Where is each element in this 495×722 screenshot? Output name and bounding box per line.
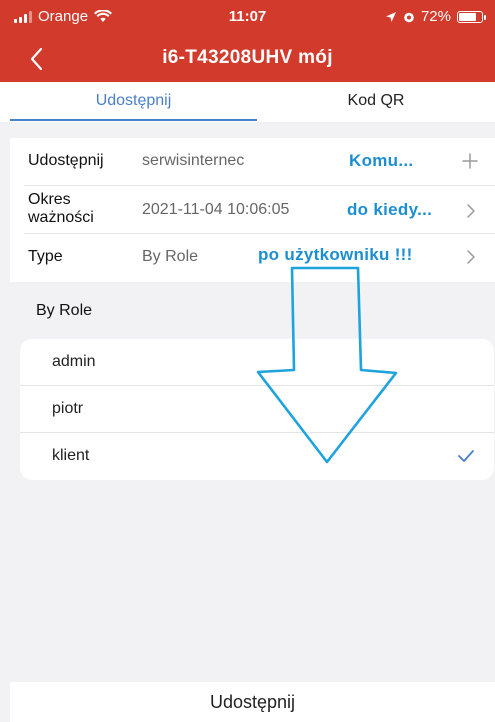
row-validity[interactable]: Okres ważności 2021-11-04 10:06:05 do ki… xyxy=(10,186,495,234)
role-item-label: piotr xyxy=(52,400,84,417)
chevron-right-icon xyxy=(467,250,475,264)
page-title: i6-T43208UHV mój xyxy=(162,47,333,68)
role-item-klient[interactable]: klient xyxy=(20,433,494,480)
status-right-group: 72% xyxy=(385,8,486,25)
share-label: Udostępnij xyxy=(28,152,104,169)
role-item-label: klient xyxy=(52,447,90,464)
role-item-admin[interactable]: admin xyxy=(20,339,494,386)
alarm-icon xyxy=(404,12,414,22)
bottom-bar: Udostępnij xyxy=(10,682,495,722)
share-annotation: Komu... xyxy=(349,151,414,170)
battery-icon xyxy=(457,10,486,23)
plus-icon[interactable] xyxy=(461,152,479,170)
type-label: Type xyxy=(28,248,63,265)
tab-bar: Udostępnij Kod QR xyxy=(0,82,495,122)
type-value: By Role xyxy=(142,248,199,265)
location-icon xyxy=(385,11,396,22)
role-section-title: By Role xyxy=(36,302,93,319)
status-bar: Orange 11:07 72% xyxy=(0,0,495,36)
role-item-label: admin xyxy=(52,353,96,370)
share-value: serwisinternec xyxy=(142,152,245,169)
row-share-with[interactable]: Udostępnij serwisinternec Komu... xyxy=(10,138,495,186)
chevron-right-icon xyxy=(467,204,475,218)
tab-qr-code[interactable]: Kod QR xyxy=(257,82,495,122)
role-item-piotr[interactable]: piotr xyxy=(20,386,494,433)
battery-percent: 72% xyxy=(420,8,451,25)
validity-label-line1: Okres xyxy=(28,191,71,208)
app-header: Orange 11:07 72% i6-T43208UHV mój xyxy=(0,0,495,82)
type-annotation: po użytkowniku !!! xyxy=(258,245,413,264)
nav-bar: i6-T43208UHV mój xyxy=(0,38,495,80)
tab-share[interactable]: Udostępnij xyxy=(10,82,257,122)
row-type[interactable]: Type By Role po użytkowniku !!! xyxy=(10,234,495,282)
validity-label: Okres ważności xyxy=(28,191,94,227)
share-button[interactable]: Udostępnij xyxy=(10,692,495,713)
tab-underline xyxy=(10,119,257,121)
checkmark-icon xyxy=(458,450,474,462)
role-list: admin piotr klient xyxy=(20,339,494,480)
validity-label-line2: ważności xyxy=(28,209,94,226)
share-form: Udostępnij serwisinternec Komu... Okres … xyxy=(10,138,495,282)
validity-value: 2021-11-04 10:06:05 xyxy=(142,201,290,218)
validity-annotation: do kiedy... xyxy=(347,200,433,219)
